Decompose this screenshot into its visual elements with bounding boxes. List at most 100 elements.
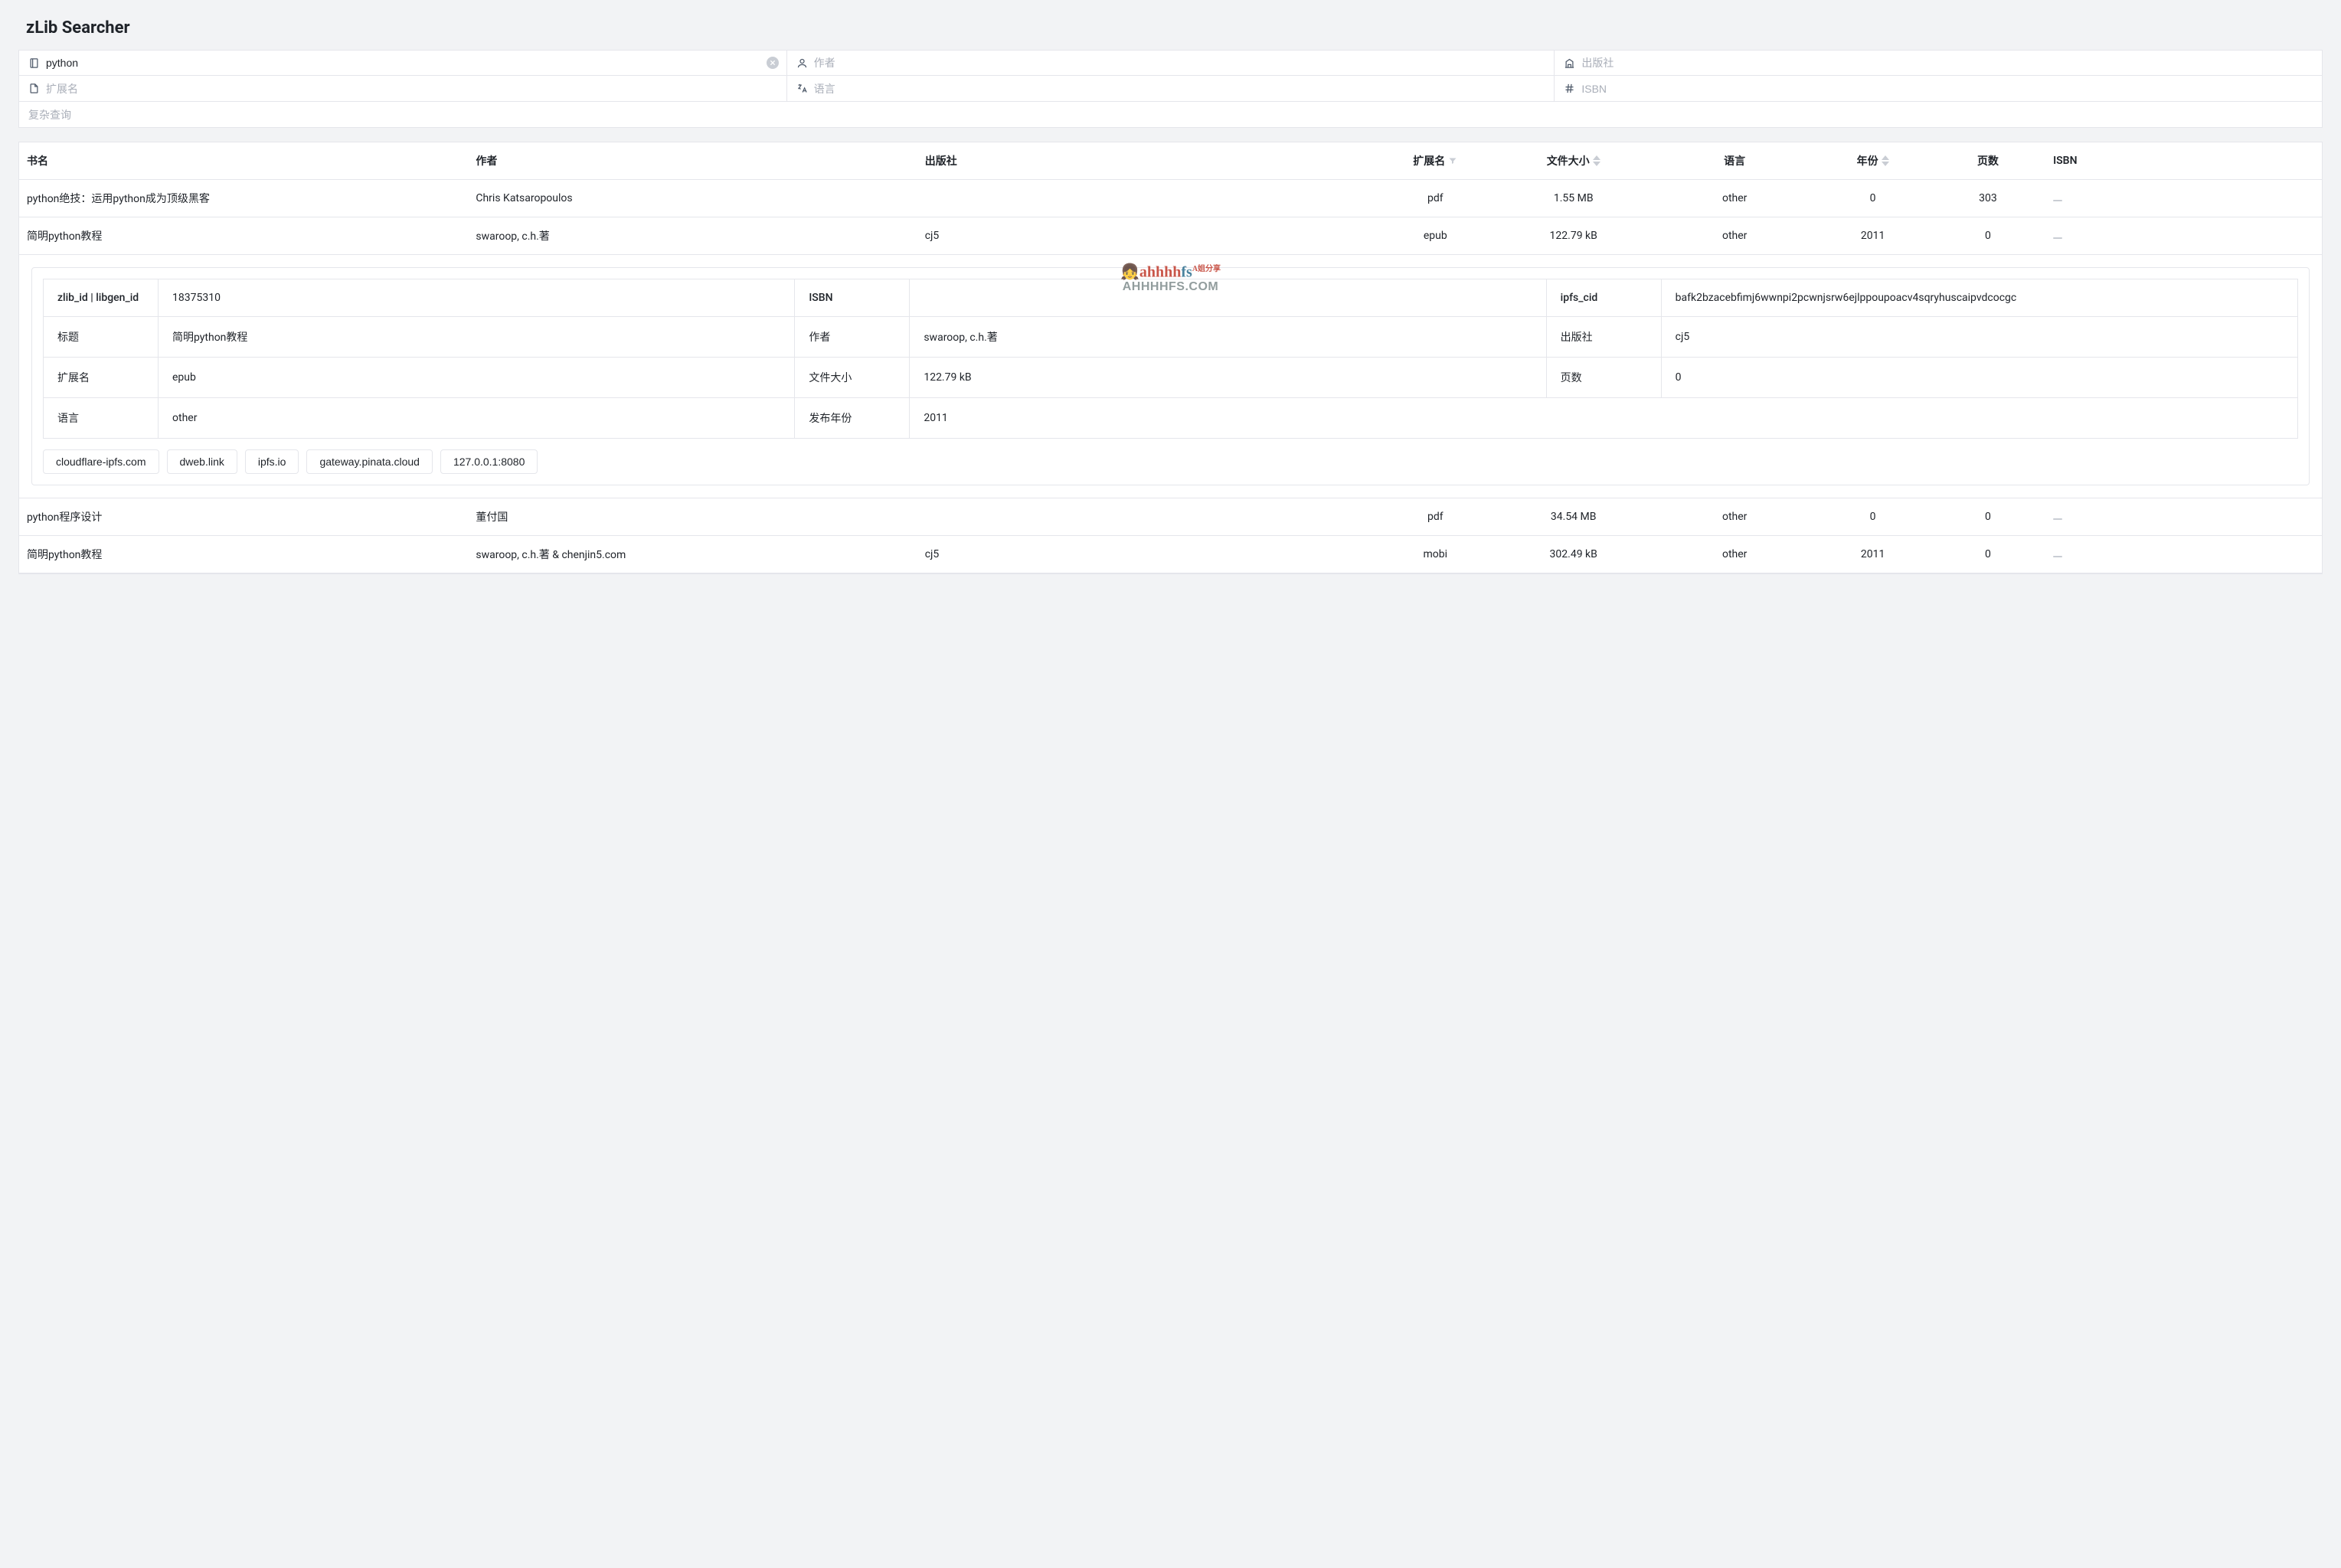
publisher-input[interactable] <box>1581 57 2313 69</box>
detail-v-title: 简明python教程 <box>159 317 795 358</box>
cell-year: 2011 <box>1815 536 1930 573</box>
detail-k-isbn: ISBN <box>795 279 910 317</box>
filter-icon[interactable] <box>1448 156 1457 165</box>
detail-v-pages: 0 <box>1661 358 2297 398</box>
th-language[interactable]: 语言 <box>1654 142 1815 180</box>
title-input[interactable] <box>46 57 777 69</box>
cell-isbn <box>2045 217 2322 255</box>
cell-pages: 0 <box>1931 217 2045 255</box>
publisher-field-wrap <box>1555 50 2323 76</box>
detail-panel: 👧ahhhhfsA姐分享AHHHHFS.COMzlib_id | libgen_… <box>31 267 2310 485</box>
cell-year: 0 <box>1815 498 1930 536</box>
th-author[interactable]: 作者 <box>468 142 917 180</box>
detail-k-ext: 扩展名 <box>44 358 159 398</box>
th-pages[interactable]: 页数 <box>1931 142 2045 180</box>
cell-lang: other <box>1654 498 1815 536</box>
gateway-button[interactable]: ipfs.io <box>245 449 299 474</box>
empty-dash-icon <box>2053 237 2062 239</box>
cell-title: python程序设计 <box>19 498 468 536</box>
cell-author: swaroop, c.h.著 <box>468 217 917 255</box>
cell-author: swaroop, c.h.著 & chenjin5.com <box>468 536 917 573</box>
cell-pages: 0 <box>1931 536 2045 573</box>
user-icon <box>796 57 808 69</box>
cell-lang: other <box>1654 536 1815 573</box>
th-filesize[interactable]: 文件大小 <box>1493 142 1653 180</box>
table-header-row: 书名 作者 出版社 扩展名 文件大小 <box>19 142 2322 180</box>
cell-author: Chris Katsaropoulos <box>468 180 917 217</box>
th-title[interactable]: 书名 <box>19 142 468 180</box>
cell-pages: 0 <box>1931 498 2045 536</box>
gateway-button[interactable]: gateway.pinata.cloud <box>306 449 433 474</box>
detail-v-size: 122.79 kB <box>910 358 1546 398</box>
results-table-card: 书名 作者 出版社 扩展名 文件大小 <box>18 142 2323 574</box>
cell-lang: other <box>1654 217 1815 255</box>
sort-icon[interactable] <box>1593 155 1600 167</box>
language-field-wrap <box>787 76 1555 102</box>
translate-icon <box>796 83 808 94</box>
cell-title: python绝技：运用python成为顶级黑客 <box>19 180 468 217</box>
gateway-button[interactable]: 127.0.0.1:8080 <box>440 449 538 474</box>
th-year[interactable]: 年份 <box>1815 142 1930 180</box>
th-publisher[interactable]: 出版社 <box>917 142 1378 180</box>
gateway-button[interactable]: cloudflare-ipfs.com <box>43 449 159 474</box>
detail-k-pages: 页数 <box>1546 358 1661 398</box>
hash-icon <box>1564 83 1575 94</box>
complex-input[interactable] <box>28 109 2313 121</box>
author-field-wrap <box>787 50 1555 76</box>
language-input[interactable] <box>814 83 1545 95</box>
book-icon <box>28 57 40 69</box>
building-icon <box>1564 57 1575 69</box>
table-row[interactable]: python程序设计董付国pdf34.54 MBother00 <box>19 498 2322 536</box>
cell-ext: mobi <box>1378 536 1493 573</box>
cell-title: 简明python教程 <box>19 217 468 255</box>
detail-v-lang: other <box>159 398 795 439</box>
th-isbn[interactable]: ISBN <box>2045 142 2322 180</box>
title-field-wrap <box>18 50 787 76</box>
extension-input[interactable] <box>46 83 777 95</box>
detail-v-ext: epub <box>159 358 795 398</box>
cell-ext: pdf <box>1378 180 1493 217</box>
file-icon <box>28 83 40 94</box>
cell-publisher <box>917 498 1378 536</box>
table-row[interactable]: 简明python教程swaroop, c.h.著cj5epub122.79 kB… <box>19 217 2322 255</box>
th-extension[interactable]: 扩展名 <box>1378 142 1493 180</box>
cell-size: 122.79 kB <box>1493 217 1653 255</box>
extension-field-wrap <box>18 76 787 102</box>
isbn-input[interactable] <box>1581 83 2313 95</box>
clear-title-icon[interactable] <box>767 57 779 69</box>
detail-k-title: 标题 <box>44 317 159 358</box>
detail-k-ids: zlib_id | libgen_id <box>44 279 159 317</box>
page-title: zLib Searcher <box>18 18 2323 38</box>
author-input[interactable] <box>814 57 1545 69</box>
cell-publisher: cj5 <box>917 536 1378 573</box>
cell-isbn <box>2045 536 2322 573</box>
cell-author: 董付国 <box>468 498 917 536</box>
detail-v-author: swaroop, c.h.著 <box>910 317 1546 358</box>
detail-k-size: 文件大小 <box>795 358 910 398</box>
cell-publisher <box>917 180 1378 217</box>
sort-icon[interactable] <box>1882 155 1889 167</box>
cell-ext: pdf <box>1378 498 1493 536</box>
table-row[interactable]: 简明python教程swaroop, c.h.著 & chenjin5.comc… <box>19 536 2322 573</box>
gateway-list: cloudflare-ipfs.com dweb.link ipfs.io gatew… <box>43 449 2298 474</box>
empty-dash-icon <box>2053 518 2062 520</box>
cell-size: 302.49 kB <box>1493 536 1653 573</box>
results-table: 书名 作者 出版社 扩展名 文件大小 <box>19 142 2322 573</box>
detail-table: zlib_id | libgen_id18375310ISBN ipfs_cidb… <box>43 279 2298 439</box>
detail-v-isbn <box>910 279 1546 317</box>
filters <box>18 50 2323 128</box>
cell-size: 1.55 MB <box>1493 180 1653 217</box>
detail-v-ipfs: bafk2bzacebfimj6wwnpi2pcwnjsrw6ejlppoupo… <box>1661 279 2297 317</box>
table-row[interactable]: python绝技：运用python成为顶级黑客Chris Katsaropoul… <box>19 180 2322 217</box>
detail-v-publisher: cj5 <box>1661 317 2297 358</box>
expanded-detail-row: 👧ahhhhfsA姐分享AHHHHFS.COMzlib_id | libgen_… <box>19 255 2322 498</box>
detail-v-ids: 18375310 <box>159 279 795 317</box>
cell-pages: 303 <box>1931 180 2045 217</box>
empty-dash-icon <box>2053 556 2062 557</box>
detail-v-year: 2011 <box>910 398 2298 439</box>
cell-size: 34.54 MB <box>1493 498 1653 536</box>
gateway-button[interactable]: dweb.link <box>167 449 237 474</box>
detail-k-lang: 语言 <box>44 398 159 439</box>
detail-k-author: 作者 <box>795 317 910 358</box>
detail-k-ipfs: ipfs_cid <box>1546 279 1661 317</box>
